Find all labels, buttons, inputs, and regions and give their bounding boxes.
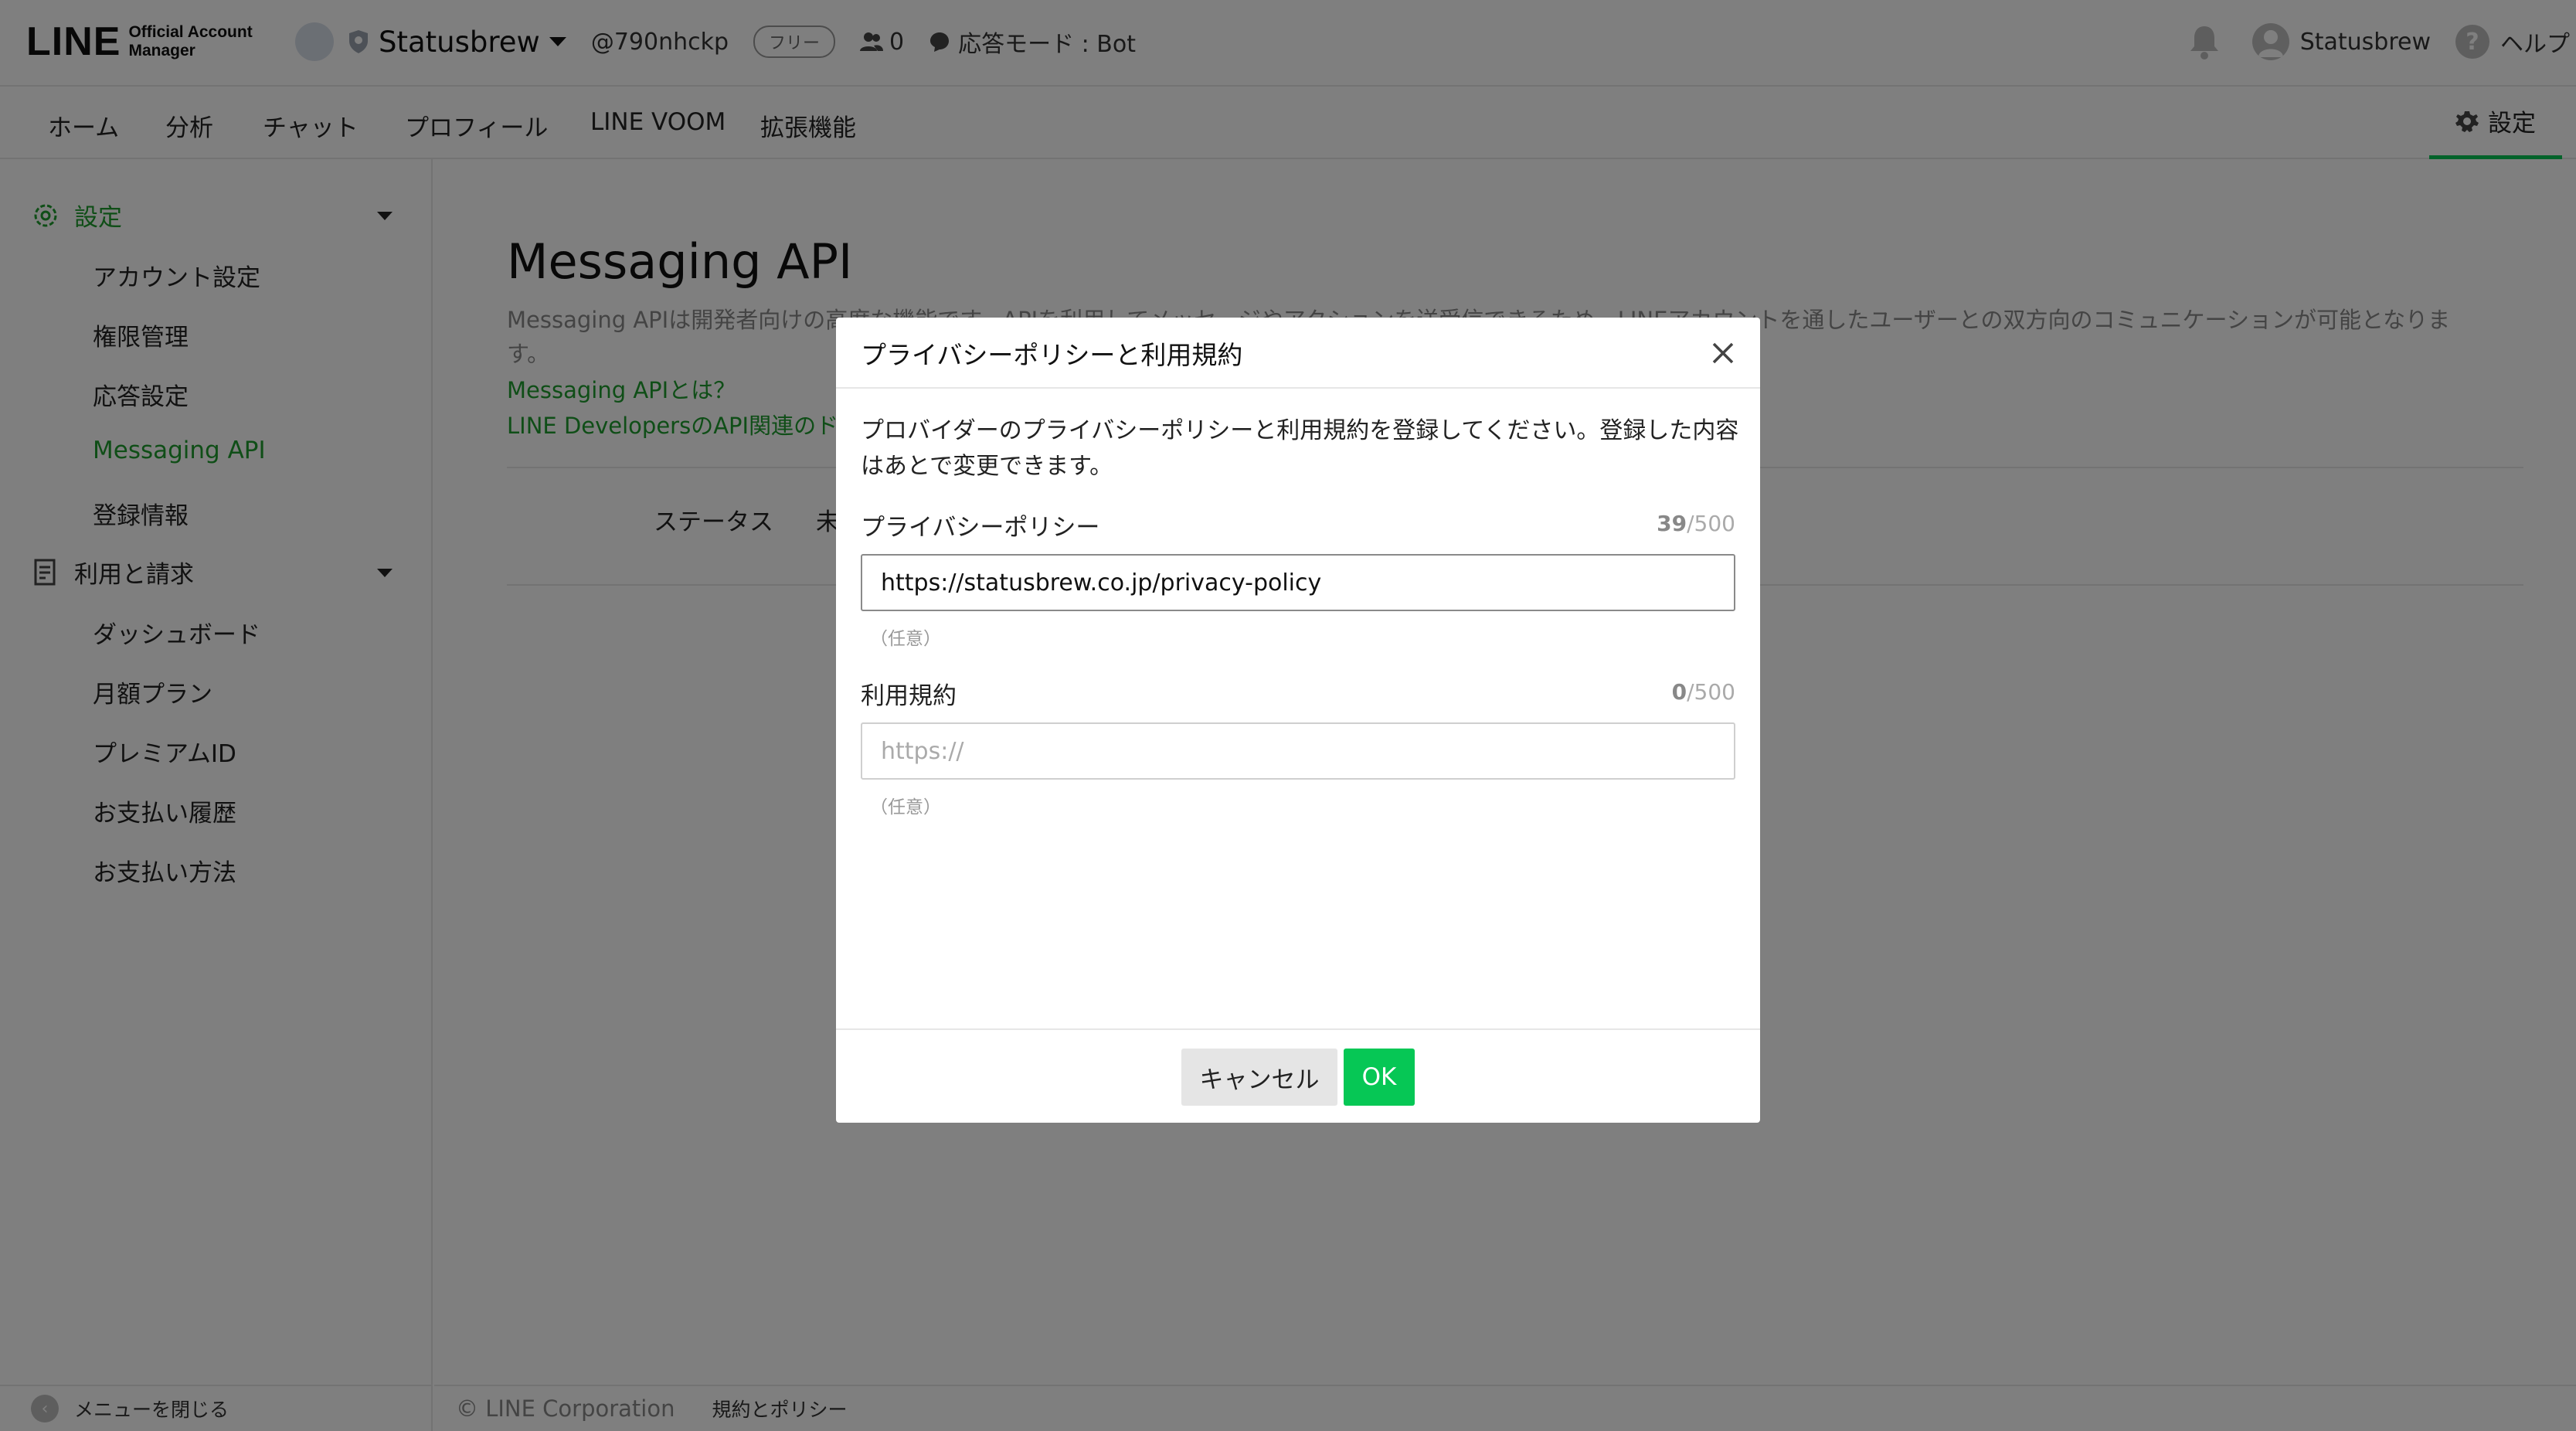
privacy-policy-counter: 39/500 bbox=[1657, 511, 1735, 536]
privacy-policy-max: /500 bbox=[1687, 511, 1735, 536]
dialog-header: プライバシーポリシーと利用規約 bbox=[836, 318, 1760, 389]
privacy-policy-optional: （任意） bbox=[870, 629, 941, 649]
terms-of-use-max: /500 bbox=[1687, 679, 1735, 705]
terms-of-use-optional: （任意） bbox=[870, 797, 941, 817]
privacy-policy-count: 39 bbox=[1657, 511, 1687, 536]
close-icon[interactable] bbox=[1708, 338, 1738, 369]
dialog-title: プライバシーポリシーと利用規約 bbox=[861, 340, 1243, 370]
ok-button[interactable]: OK bbox=[1344, 1049, 1415, 1106]
privacy-policy-input[interactable] bbox=[861, 554, 1735, 611]
dialog-description: プロバイダーのプライバシーポリシーと利用規約を登録してください。登録した内容はあ… bbox=[861, 417, 1739, 480]
terms-of-use-label: 利用規約 bbox=[861, 682, 957, 710]
privacy-terms-dialog: プライバシーポリシーと利用規約 プロバイダーのプライバシーポリシーと利用規約を登… bbox=[836, 318, 1760, 1123]
terms-of-use-count: 0 bbox=[1671, 679, 1687, 705]
dialog-footer: キャンセル OK bbox=[836, 1028, 1760, 1123]
terms-of-use-input[interactable] bbox=[861, 722, 1735, 780]
cancel-button[interactable]: キャンセル bbox=[1181, 1049, 1337, 1106]
privacy-policy-label: プライバシーポリシー bbox=[861, 514, 1100, 542]
terms-of-use-counter: 0/500 bbox=[1672, 679, 1735, 705]
